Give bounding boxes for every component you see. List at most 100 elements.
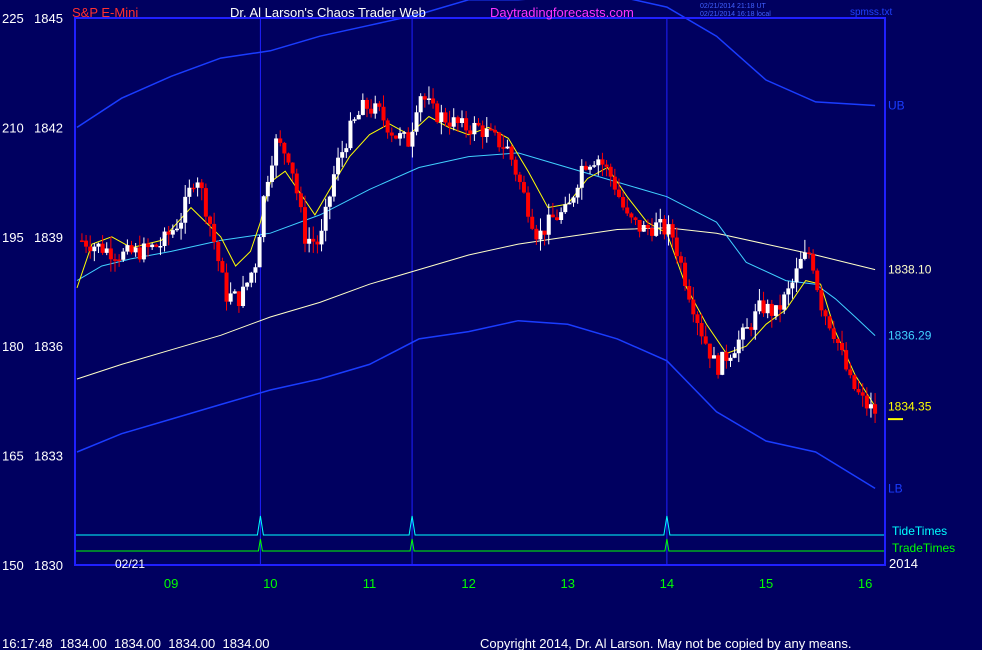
price-bar-body	[294, 173, 299, 194]
price-bar-body	[695, 314, 700, 324]
chart-background	[0, 0, 982, 650]
timestamp-local: 02/21/2014 16:18 local	[700, 11, 771, 18]
price-bar-body	[451, 117, 456, 127]
price-bar-body	[455, 117, 460, 124]
price-bar-body	[864, 395, 869, 409]
price-bar-body	[488, 128, 493, 131]
price-chart: 1838.10 1836.29 1834.35 UB LB 150 1830 165 1833…	[0, 0, 982, 650]
price-bar-body	[117, 259, 122, 262]
price-bar-body	[174, 228, 179, 231]
price-bar-body	[393, 135, 398, 139]
price-bar-body	[736, 339, 741, 354]
y-tick-label-price: 1842	[34, 120, 63, 135]
x-tick-label: 10	[263, 576, 277, 591]
price-bar-body	[307, 238, 312, 244]
chart-title: Dr. Al Larson's Chaos Trader Web	[230, 5, 426, 20]
price-bar-body	[133, 247, 138, 253]
price-bar-body	[249, 272, 254, 283]
price-bar-body	[745, 327, 750, 329]
price-bar-body	[183, 196, 188, 223]
price-bar-body	[459, 118, 464, 124]
price-bar-body	[546, 214, 551, 235]
price-bar-body	[852, 375, 857, 390]
price-bar-body	[154, 244, 159, 247]
price-bar-body	[658, 218, 663, 223]
price-bar-body	[336, 157, 341, 175]
price-bar-body	[588, 166, 593, 170]
price-bar-body	[290, 162, 295, 174]
price-bar-body	[406, 132, 411, 147]
x-tick-label: 12	[461, 576, 475, 591]
price-bar-body	[480, 125, 485, 137]
price-bar-body	[389, 132, 394, 136]
price-bar-body	[509, 146, 514, 160]
price-bar-body	[100, 243, 105, 253]
price-bar-body	[212, 223, 217, 243]
price-bar-body	[753, 311, 758, 330]
site-link[interactable]: Daytradingforecasts.com	[490, 5, 634, 20]
price-bar-body	[831, 328, 836, 340]
price-bar-body	[224, 272, 229, 302]
price-bar-body	[191, 187, 196, 190]
price-bar-body	[88, 246, 93, 252]
year-label: 2014	[889, 556, 918, 571]
price-bar-body	[567, 202, 572, 205]
price-bar-body	[550, 214, 555, 218]
series-end-label: 1836.29	[888, 329, 932, 343]
price-bar-body	[253, 267, 258, 273]
price-bar-body	[526, 192, 531, 217]
price-bar-body	[414, 112, 419, 132]
price-bar-body	[757, 300, 762, 312]
price-bar-body	[269, 165, 274, 182]
price-bar-body	[150, 244, 155, 248]
price-bar-body	[819, 290, 824, 311]
price-bar-body	[724, 351, 729, 361]
price-bar-body	[84, 240, 89, 247]
price-bar-body	[257, 237, 262, 268]
price-bar-body	[645, 225, 650, 229]
price-bar-body	[534, 228, 539, 240]
price-bar-body	[402, 132, 407, 134]
price-bar-body	[443, 112, 448, 123]
price-bar-body	[703, 336, 708, 344]
price-bar-body	[687, 285, 692, 300]
price-bar-body	[179, 222, 184, 229]
price-bar-body	[92, 246, 97, 252]
price-bar-body	[654, 222, 659, 236]
price-bar-body	[571, 197, 576, 203]
price-bar-body	[232, 291, 237, 294]
price-bar-body	[431, 98, 436, 104]
price-bar-body	[319, 230, 324, 245]
price-bar-body	[129, 245, 134, 253]
copyright-notice: Copyright 2014, Dr. Al Larson. May not b…	[480, 636, 851, 650]
price-bar-body	[794, 268, 799, 283]
price-bar-body	[600, 159, 605, 165]
price-bar-body	[873, 404, 878, 414]
y-tick-label-price: 1836	[34, 339, 63, 354]
price-bar-body	[245, 282, 250, 287]
price-bar-body	[650, 228, 655, 236]
price-bar-body	[158, 245, 163, 248]
price-bar-body	[711, 355, 716, 359]
date-label: 02/21	[115, 557, 145, 571]
price-bar-body	[579, 165, 584, 188]
price-bar-body	[468, 130, 473, 135]
price-bar-body	[369, 108, 374, 114]
price-bar-body	[827, 316, 832, 329]
y-tick-label-left: 180	[2, 339, 24, 354]
price-bar-body	[464, 118, 469, 131]
price-bar-body	[521, 182, 526, 193]
price-bar-body	[773, 305, 778, 316]
data-file-name: spmss.txt	[850, 7, 892, 18]
price-bar-body	[683, 262, 688, 286]
price-bar-body	[555, 217, 560, 221]
price-bar-body	[187, 187, 192, 197]
price-bar-body	[608, 166, 613, 177]
price-bar-body	[373, 103, 378, 114]
price-bar-body	[778, 305, 783, 310]
price-bar-body	[641, 225, 646, 232]
price-bar-body	[728, 357, 733, 361]
price-bar-body	[79, 240, 84, 242]
price-bar-body	[732, 353, 737, 358]
price-bar-body	[740, 327, 745, 340]
